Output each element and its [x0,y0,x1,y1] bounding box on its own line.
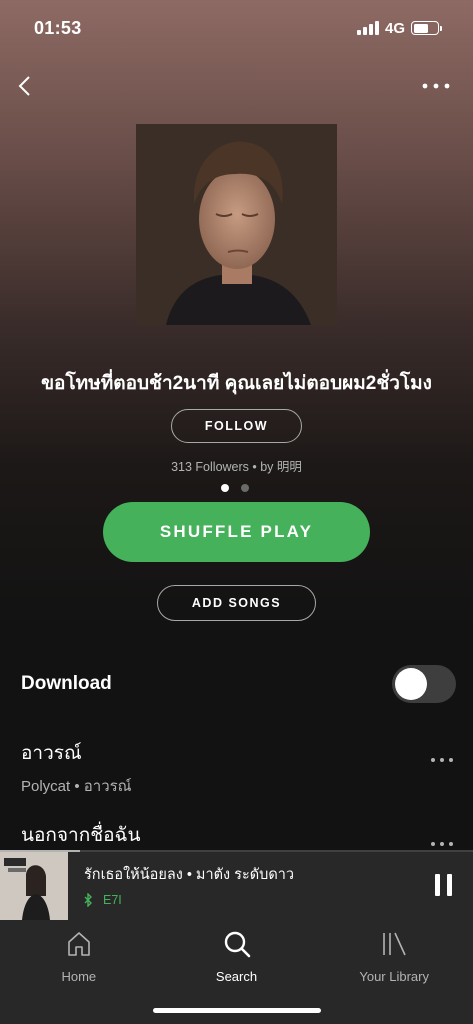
now-playing-info: รักเธอให้น้อยลง • มาตัง ระดับดาว E7I [84,863,413,907]
now-playing-album-art [0,852,68,920]
tab-label: Your Library [359,969,429,984]
page-dot[interactable] [241,484,249,492]
tab-your-library[interactable]: Your Library [315,920,473,1024]
download-label: Download [21,673,112,694]
network-type: 4G [384,19,405,37]
tab-label: Home [61,969,97,984]
page-indicator[interactable] [221,484,249,492]
track-more-icon[interactable] [430,840,454,848]
pause-button[interactable] [413,855,473,915]
tab-home[interactable]: Home [0,920,158,1024]
now-playing-title: รักเธอให้น้อยลง • มาตัง ระดับดาว [84,867,295,883]
shuffle-play-button[interactable]: SHUFFLE PLAY [103,502,370,562]
playback-progress-bar [0,850,473,852]
track-row[interactable]: นอกจากชื่อฉัน [21,820,456,850]
connected-device: E7I [84,893,413,907]
follow-button[interactable]: FOLLOW [171,409,302,443]
more-horizontal-icon [422,83,450,89]
chevron-left-icon [18,76,30,96]
page-dot-active[interactable] [221,484,229,492]
library-icon [383,932,406,956]
download-toggle[interactable] [392,665,456,703]
status-indicators: 4G [356,19,442,37]
bluetooth-icon [84,893,92,907]
more-options-button[interactable] [419,74,453,98]
device-name: E7I [103,893,122,907]
battery-icon [411,21,442,35]
home-icon [68,932,90,956]
search-icon [224,931,250,958]
download-row: Download [21,664,456,704]
toggle-knob [395,668,427,700]
now-playing-bar[interactable]: รักเธอให้น้อยลง • มาตัง ระดับดาว E7I [0,850,473,920]
top-nav [0,68,473,104]
cellular-signal-icon [356,21,379,35]
add-songs-button[interactable]: ADD SONGS [157,585,316,621]
home-indicator [153,1008,321,1013]
status-bar: 01:53 4G [0,0,473,56]
back-button[interactable] [14,70,42,102]
track-title: อาวรณ์ [21,743,82,764]
tab-label: Search [215,969,258,984]
track-more-icon[interactable] [430,756,454,764]
playlist-cover-image [136,124,337,325]
playlist-title: ขอโทษที่ตอบช้า2นาที คุณเลยไม่ตอบผม2ชั่วโ… [41,373,432,394]
track-row[interactable]: อาวรณ์ Polycat • อาวรณ์ [21,738,456,798]
track-artist-album: Polycat • อาวรณ์ [21,778,132,795]
playlist-followers-and-owner: 313 Followers • by 明明 [171,460,302,474]
track-title: นอกจากชื่อฉัน [21,825,141,846]
status-time: 01:53 [34,17,82,38]
